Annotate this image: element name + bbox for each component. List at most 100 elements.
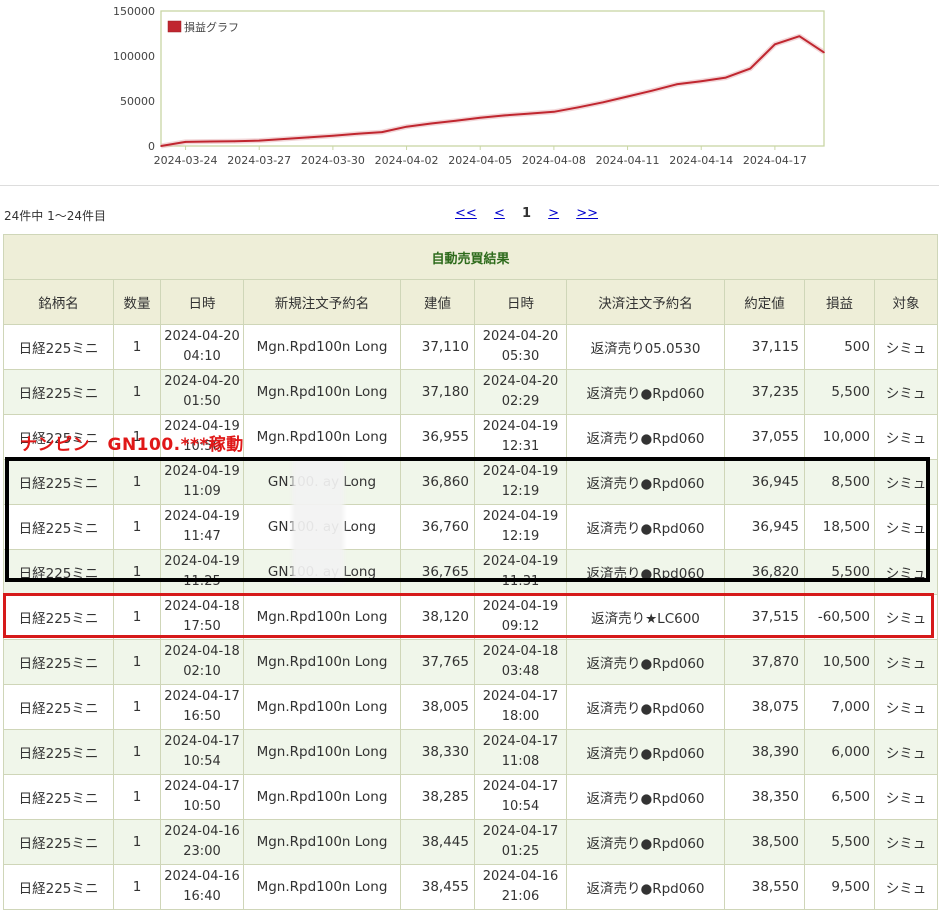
cell-pl: 6,000	[804, 729, 875, 775]
pager-last-link[interactable]: >>	[576, 206, 598, 221]
cell-symbol: 日経225ミニ	[3, 369, 114, 415]
cell-target: シミュ	[873, 639, 939, 685]
x-tick-label: 2024-03-27	[227, 154, 291, 167]
cell-exit-price: 38,390	[724, 729, 805, 775]
cell-open-datetime-date: 2024-04-20	[164, 329, 240, 344]
table-header-row: 銘柄名 数量 日時 新規注文予約名 建値 日時 決済注文予約名 約定値 損益 対象	[3, 279, 939, 325]
cell-open-datetime-date: 2024-04-18	[164, 644, 240, 659]
cell-open-datetime-date: 2024-04-16	[164, 824, 240, 839]
cell-entry-price: 38,445	[400, 819, 475, 865]
data-point	[675, 83, 678, 86]
x-tick-label: 2024-04-11	[596, 154, 660, 167]
table-row: 日経225ミニ 1 2024-04-20 04:10 Mgn.Rpd100n Long 3…	[3, 324, 939, 370]
cell-pl: 5,500	[804, 369, 875, 415]
data-point	[209, 140, 211, 143]
cell-close-datetime: 2024-04-17 10:54	[474, 774, 567, 820]
cell-pl: 10,000	[804, 414, 875, 460]
cell-open-datetime-date: 2024-04-17	[164, 734, 240, 749]
cell-target: シミュ	[873, 729, 939, 775]
header-entry-price: 建値	[400, 279, 475, 325]
cell-entry-price: 37,765	[400, 639, 475, 685]
cell-open-datetime-time: 01:50	[183, 394, 221, 409]
cell-symbol: 日経225ミニ	[3, 639, 114, 685]
cell-close-datetime-time: 12:31	[501, 439, 540, 454]
cell-pl: 10,500	[804, 639, 875, 685]
cell-exit-price: 38,075	[724, 684, 805, 730]
data-point	[528, 112, 531, 115]
cell-pl: 7,000	[804, 684, 875, 730]
cell-open-datetime: 2024-04-20 04:10	[160, 324, 244, 370]
cell-open-datetime: 2024-04-17 10:54	[160, 729, 244, 775]
cell-exit-name: 返済売り●Rpd060	[566, 639, 725, 685]
y-tick-label: 0	[148, 140, 155, 153]
cell-entry-price: 38,285	[400, 774, 475, 820]
table-row: 日経225ミニ 1 2024-04-17 10:50 Mgn.Rpd100n Long 3…	[3, 774, 939, 820]
data-point	[602, 101, 604, 104]
cell-pl: 6,500	[804, 774, 875, 820]
cell-entry-price: 38,455	[400, 864, 475, 910]
y-tick-label: 100000	[113, 50, 155, 63]
cell-entry-price: 36,955	[400, 414, 475, 460]
cell-target: シミュ	[873, 819, 939, 865]
cell-entry-price: 38,330	[400, 729, 475, 775]
table-row: 日経225ミニ 1 2024-04-17 10:54 Mgn.Rpd100n Long 3…	[3, 729, 939, 775]
header-target: 対象	[873, 279, 939, 325]
cell-symbol: 日経225ミニ	[3, 684, 114, 730]
header-exit-price: 約定値	[724, 279, 805, 325]
data-point	[160, 145, 162, 147]
highlight-box-red	[3, 593, 934, 638]
header-symbol: 銘柄名	[3, 279, 114, 325]
pager-prev-link[interactable]: <	[494, 206, 505, 221]
pager-current-page: 1	[521, 206, 532, 221]
cell-open-datetime-time: 23:00	[183, 844, 221, 859]
x-tick-label: 2024-04-08	[522, 154, 586, 167]
data-point	[700, 80, 703, 82]
cell-open-datetime-time: 16:50	[183, 709, 221, 724]
data-point	[282, 138, 285, 140]
cell-exit-price: 38,550	[724, 864, 805, 910]
table-row: 日経225ミニ 1 2024-04-20 01:50 Mgn.Rpd100n Long 3…	[3, 369, 939, 415]
cell-pl: 5,500	[804, 819, 875, 865]
cell-qty: 1	[113, 729, 161, 775]
divider	[0, 185, 939, 186]
cell-open-datetime: 2024-04-16 16:40	[160, 864, 244, 910]
cell-entry-price: 37,110	[400, 324, 475, 370]
cell-exit-price: 38,500	[724, 819, 805, 865]
cell-qty: 1	[113, 369, 161, 415]
x-tick-label: 2024-04-05	[448, 154, 512, 167]
cell-close-datetime-date: 2024-04-17	[482, 689, 559, 704]
data-point	[553, 111, 555, 113]
data-point	[405, 125, 408, 128]
pager-next-link[interactable]: >	[548, 206, 559, 221]
annotation-text: ナンピン GN100.***稼動	[20, 435, 244, 455]
data-point	[479, 116, 482, 119]
cell-qty: 1	[113, 774, 161, 820]
cell-close-datetime-time: 21:06	[501, 889, 540, 904]
data-point	[233, 140, 236, 143]
cell-open-datetime-time: 10:50	[183, 799, 221, 814]
data-point	[798, 35, 801, 37]
cell-entry-name: Mgn.Rpd100n Long	[243, 819, 401, 865]
cell-entry-name: Mgn.Rpd100n Long	[243, 684, 401, 730]
cell-entry-name: Mgn.Rpd100n Long	[243, 639, 401, 685]
y-tick-label: 150000	[113, 5, 155, 18]
data-point	[774, 43, 776, 46]
pager-first-link[interactable]: <<	[455, 206, 477, 221]
cell-entry-price: 37,180	[400, 369, 475, 415]
header-exit-name: 決済注文予約名	[566, 279, 725, 325]
x-tick-label: 2024-04-14	[669, 154, 733, 167]
result-count: 24件中 1～24件目	[4, 209, 106, 223]
cell-target: シミュ	[873, 684, 939, 730]
cell-close-datetime-date: 2024-04-16	[482, 869, 559, 884]
cell-symbol: 日経225ミニ	[3, 774, 114, 820]
legend-swatch	[167, 20, 182, 33]
data-point	[823, 51, 825, 54]
cell-target: シミュ	[873, 774, 939, 820]
cell-close-datetime-time: 11:08	[501, 754, 540, 769]
cell-exit-price: 37,115	[724, 324, 805, 370]
cell-exit-name: 返済売り●Rpd060	[566, 414, 725, 460]
header-entry-name: 新規注文予約名	[243, 279, 401, 325]
table-row: 日経225ミニ 1 2024-04-16 23:00 Mgn.Rpd100n Long 3…	[3, 819, 939, 865]
cell-open-datetime: 2024-04-18 02:10	[160, 639, 244, 685]
cell-entry-price: 38,005	[400, 684, 475, 730]
